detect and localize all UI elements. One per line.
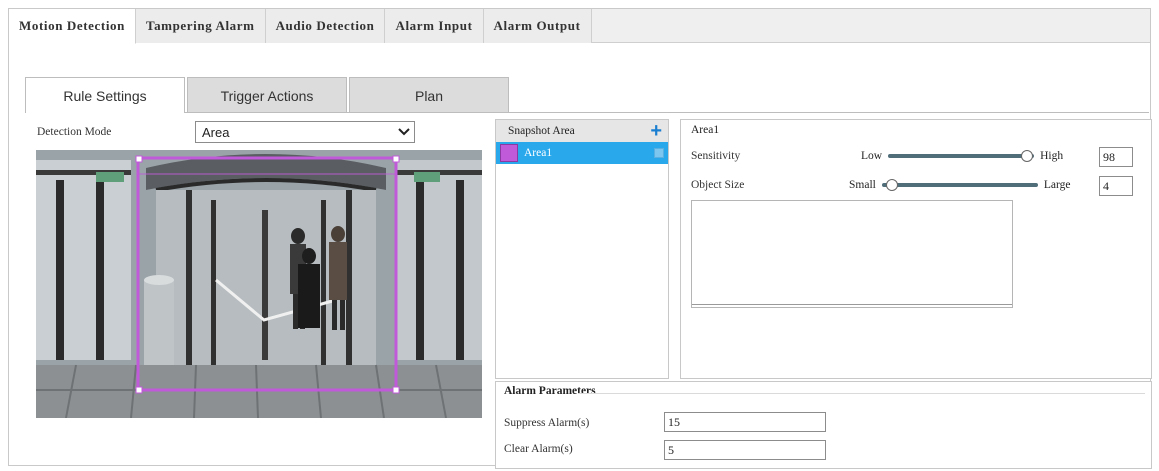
area-settings-title: Area1 <box>691 124 720 136</box>
area-settings-panel: Area1 Sensitivity Low High 98 Object Siz… <box>680 119 1152 379</box>
sensitivity-input[interactable]: 98 <box>1099 147 1133 167</box>
sensitivity-slider[interactable] <box>886 146 1036 166</box>
clear-alarm-input[interactable]: 5 <box>664 440 826 460</box>
sensitivity-slider-thumb[interactable] <box>1021 150 1034 162</box>
suppress-alarm-label: Suppress Alarm(s) <box>504 417 590 429</box>
snapshot-area-item[interactable]: Area1 <box>496 142 668 164</box>
alarm-parameters-panel: Alarm Parameters Suppress Alarm(s) 15 Cl… <box>495 381 1152 469</box>
camera-scene <box>36 150 482 418</box>
alarm-parameters-divider <box>578 393 1145 394</box>
chevron-down-icon <box>394 122 414 142</box>
tab-audio-detection[interactable]: Audio Detection <box>265 9 386 43</box>
object-size-label: Object Size <box>691 179 745 191</box>
sensitivity-label: Sensitivity <box>691 150 741 162</box>
object-size-slider-thumb[interactable] <box>885 179 898 191</box>
object-size-control: Small Large <box>849 175 1070 195</box>
alarm-parameters-title: Alarm Parameters <box>504 385 596 397</box>
object-size-input[interactable]: 4 <box>1099 176 1133 196</box>
suppress-alarm-input[interactable]: 15 <box>664 412 826 432</box>
object-size-max-label: Large <box>1043 179 1071 191</box>
tab-alarm-input[interactable]: Alarm Input <box>385 9 484 43</box>
add-area-icon[interactable]: + <box>650 121 662 141</box>
clear-alarm-label: Clear Alarm(s) <box>504 443 573 455</box>
object-size-preview <box>691 200 1013 308</box>
settings-sub-tab-bar: Rule Settings Trigger Actions Plan <box>25 77 511 113</box>
camera-preview[interactable] <box>36 150 482 418</box>
snapshot-area-header: Snapshot Area + <box>496 120 668 142</box>
sensitivity-max-label: High <box>1040 150 1064 162</box>
sub-tab-divider <box>25 112 1149 113</box>
detection-mode-value: Area <box>202 124 230 140</box>
motion-detection-settings-panel: Motion Detection Tampering Alarm Audio D… <box>8 8 1152 469</box>
sensitivity-min-label: Low <box>861 150 883 162</box>
area-color-swatch <box>500 144 518 162</box>
tab-trigger-actions[interactable]: Trigger Actions <box>187 77 347 113</box>
tab-plan[interactable]: Plan <box>349 77 509 113</box>
tab-rule-settings[interactable]: Rule Settings <box>25 77 185 113</box>
alarm-type-tab-bar: Motion Detection Tampering Alarm Audio D… <box>9 9 1150 44</box>
object-size-slider[interactable] <box>880 175 1040 195</box>
sensitivity-control: Low High <box>861 146 1063 166</box>
object-size-min-label: Small <box>849 179 876 191</box>
detection-mode-label: Detection Mode <box>37 126 112 138</box>
detection-mode-select[interactable]: Area <box>195 121 415 143</box>
tab-alarm-output[interactable]: Alarm Output <box>483 9 592 43</box>
tab-motion-detection[interactable]: Motion Detection <box>9 9 136 44</box>
delete-area-icon[interactable] <box>654 148 664 158</box>
snapshot-area-title: Snapshot Area <box>508 125 575 137</box>
snapshot-area-panel: Snapshot Area + Area1 <box>495 119 669 379</box>
snapshot-area-item-label: Area1 <box>524 147 553 159</box>
tab-tampering-alarm[interactable]: Tampering Alarm <box>136 9 266 43</box>
